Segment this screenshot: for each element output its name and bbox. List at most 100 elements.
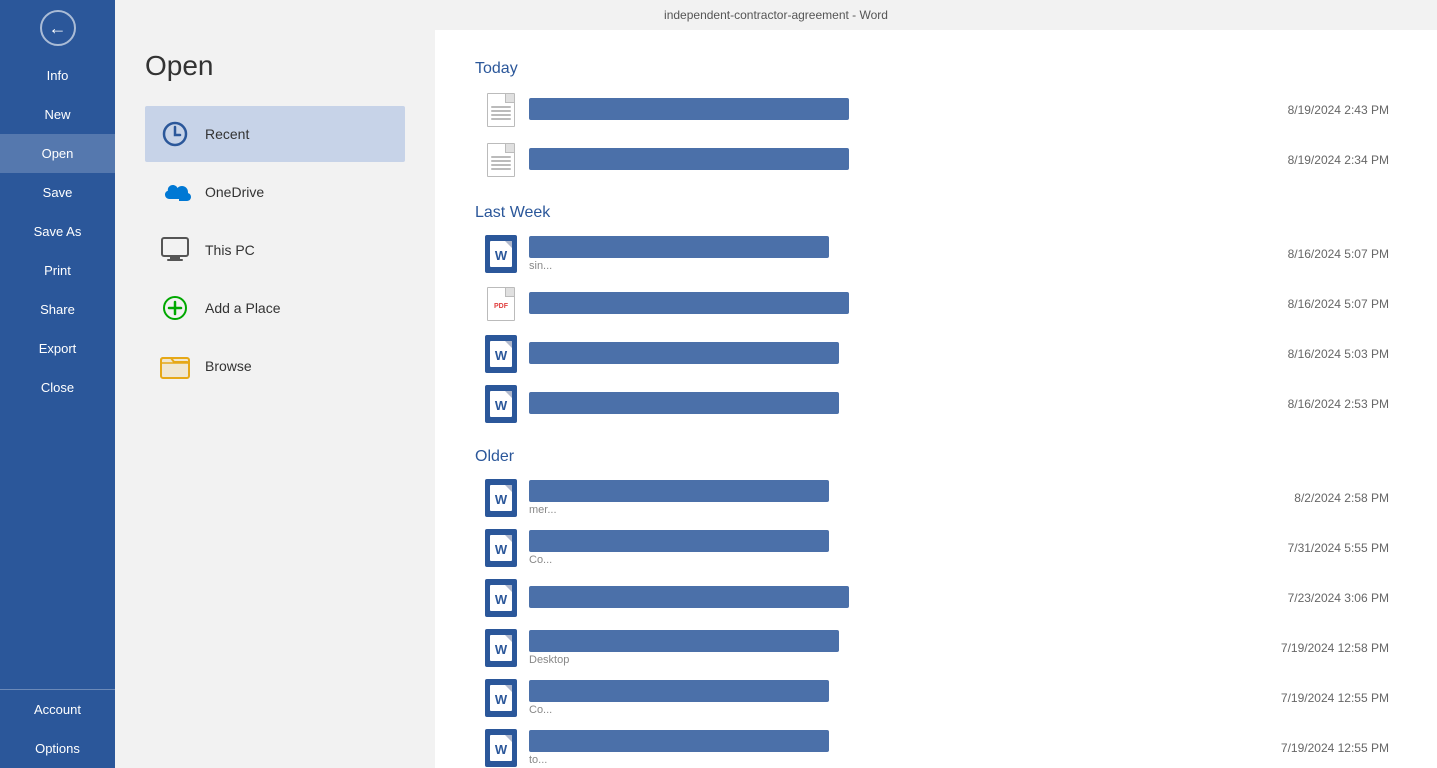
section-title-2: Older [475,448,1397,466]
file-date: 8/19/2024 2:34 PM [1288,153,1389,167]
file-name-bar [529,730,829,752]
title-bar: independent-contractor-agreement - Word [115,0,1437,30]
window-title: independent-contractor-agreement - Word [664,8,888,22]
open-title: Open [145,50,405,82]
file-name-bar [529,392,839,414]
sidebar-item-options[interactable]: Options [0,729,115,768]
file-icon-word: W [483,730,519,766]
sidebar-nav: Info New Open Save Save As Print Share E… [0,56,115,689]
sidebar-item-export[interactable]: Export [0,329,115,368]
back-button[interactable]: ← [0,0,115,56]
file-item[interactable]: W 7/23/2024 3:06 PM [475,574,1397,622]
file-icon-word: W [483,336,519,372]
file-info [529,98,1268,122]
file-info: mer... [529,480,1274,516]
nav-item-addplace[interactable]: Add a Place [145,280,405,336]
nav-item-onedrive[interactable]: OneDrive [145,164,405,220]
file-date: 7/19/2024 12:55 PM [1281,691,1389,705]
file-info [529,392,1268,416]
content-body: Open Recent OneDrive [115,30,1437,768]
file-item[interactable]: W 8/16/2024 5:03 PM [475,330,1397,378]
file-date: 8/16/2024 2:53 PM [1288,397,1389,411]
file-date: 8/19/2024 2:43 PM [1288,103,1389,117]
recent-panel: Today 8/19/2024 2:43 PM 8/19/2024 2:34 PM L… [435,30,1437,768]
file-icon-word: W [483,480,519,516]
file-name-bar [529,98,849,120]
file-item[interactable]: PDF8/16/2024 5:07 PM [475,280,1397,328]
file-info: to... [529,730,1261,766]
file-name-bar [529,342,839,364]
file-date: 8/16/2024 5:07 PM [1288,247,1389,261]
file-info [529,292,1268,316]
file-item[interactable]: W Co... 7/31/2024 5:55 PM [475,524,1397,572]
file-path: Desktop [529,654,1261,666]
sidebar-item-close[interactable]: Close [0,368,115,407]
file-path: Co... [529,554,1268,566]
section-title-0: Today [475,60,1397,78]
file-item[interactable]: W8/16/2024 2:53 PM [475,380,1397,428]
file-icon-doc [483,142,519,178]
thispc-icon [157,232,193,268]
file-info: Co... [529,680,1261,716]
file-item[interactable]: 8/19/2024 2:34 PM [475,136,1397,184]
browse-icon [157,348,193,384]
file-date: 7/31/2024 5:55 PM [1288,541,1389,555]
sidebar-item-open[interactable]: Open [0,134,115,173]
file-date: 7/19/2024 12:58 PM [1281,641,1389,655]
file-path: sin... [529,260,1268,272]
file-info: Co... [529,530,1268,566]
file-icon-word: W [483,236,519,272]
file-item[interactable]: Wmer... 8/2/2024 2:58 PM [475,474,1397,522]
file-item[interactable]: Wsin... 8/16/2024 5:07 PM [475,230,1397,278]
file-info [529,342,1268,366]
sidebar-item-save[interactable]: Save [0,173,115,212]
file-info [529,148,1268,172]
sidebar-item-info[interactable]: Info [0,56,115,95]
sidebar-item-print[interactable]: Print [0,251,115,290]
sidebar-item-account[interactable]: Account [0,690,115,729]
sidebar-item-saveas[interactable]: Save As [0,212,115,251]
open-panel: Open Recent OneDrive [115,30,435,768]
file-icon-word: W [483,580,519,616]
file-date: 7/23/2024 3:06 PM [1288,591,1389,605]
addplace-icon [157,290,193,326]
file-icon-pdf: PDF [483,286,519,322]
back-circle-icon: ← [40,10,76,46]
file-icon-doc [483,92,519,128]
file-path: Co... [529,704,1261,716]
file-info: sin... [529,236,1268,272]
file-item[interactable]: 8/19/2024 2:43 PM [475,86,1397,134]
sidebar: ← Info New Open Save Save As Print Share… [0,0,115,768]
file-icon-word: W [483,630,519,666]
main-content: independent-contractor-agreement - Word … [115,0,1437,768]
recent-icon [157,116,193,152]
section-title-1: Last Week [475,204,1397,222]
sidebar-item-share[interactable]: Share [0,290,115,329]
nav-thispc-label: This PC [205,242,255,258]
file-date: 8/16/2024 5:03 PM [1288,347,1389,361]
nav-recent-label: Recent [205,126,249,142]
nav-item-browse[interactable]: Browse [145,338,405,394]
sidebar-item-new[interactable]: New [0,95,115,134]
nav-browse-label: Browse [205,358,252,374]
nav-item-recent[interactable]: Recent [145,106,405,162]
file-item[interactable]: W Desktop 7/19/2024 12:58 PM [475,624,1397,672]
file-info [529,586,1268,610]
file-name-bar [529,480,829,502]
file-date: 8/2/2024 2:58 PM [1294,491,1389,505]
file-name-bar [529,236,829,258]
onedrive-icon [157,174,193,210]
file-name-bar [529,680,829,702]
sidebar-bottom: Account Options [0,689,115,768]
nav-item-thispc[interactable]: This PC [145,222,405,278]
file-name-bar [529,586,849,608]
nav-addplace-label: Add a Place [205,300,281,316]
file-item[interactable]: W Co... 7/19/2024 12:55 PM [475,674,1397,722]
file-name-bar [529,630,839,652]
file-path: mer... [529,504,1274,516]
file-icon-word: W [483,680,519,716]
file-info: Desktop [529,630,1261,666]
file-date: 7/19/2024 12:55 PM [1281,741,1389,755]
file-item[interactable]: Wto... 7/19/2024 12:55 PM [475,724,1397,768]
file-icon-word: W [483,530,519,566]
